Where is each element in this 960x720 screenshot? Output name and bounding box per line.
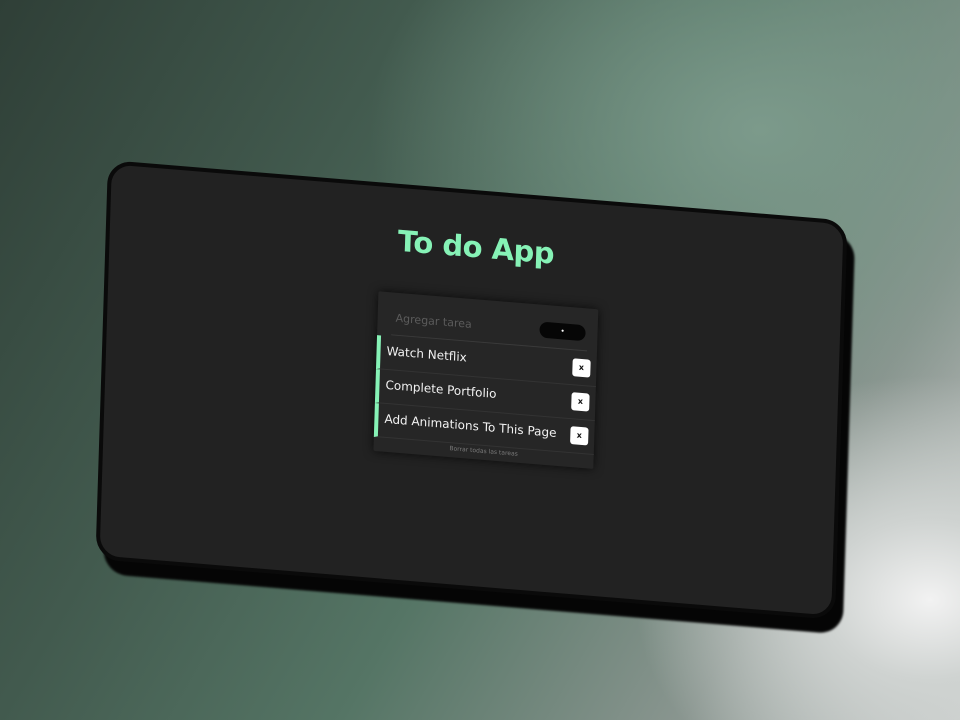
- task-label: Watch Netflix: [386, 343, 467, 365]
- delete-task-button[interactable]: x: [570, 426, 589, 446]
- todo-card: • Watch Netflix x Complete Portfolio x A…: [373, 291, 599, 469]
- delete-task-button[interactable]: x: [572, 358, 591, 378]
- task-input[interactable]: [391, 306, 530, 340]
- add-task-button[interactable]: •: [539, 321, 586, 342]
- device-mockup: To do App • Watch Netflix x Complete Por…: [95, 160, 856, 635]
- app-window: To do App • Watch Netflix x Complete Por…: [95, 160, 848, 620]
- app-title: To do App: [397, 223, 555, 271]
- task-label: Add Animations To This Page: [384, 411, 557, 440]
- task-list: Watch Netflix x Complete Portfolio x Add…: [373, 335, 597, 455]
- delete-task-button[interactable]: x: [571, 392, 590, 412]
- task-label: Complete Portfolio: [385, 377, 497, 401]
